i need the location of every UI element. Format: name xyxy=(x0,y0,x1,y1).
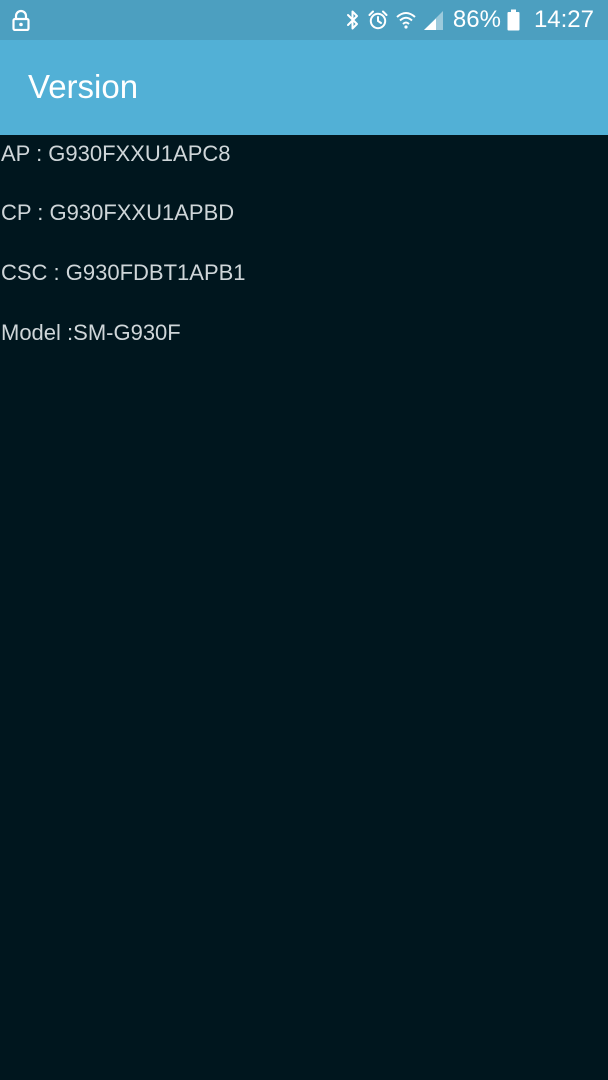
status-clock: 14:27 xyxy=(533,6,594,33)
csc-version: CSC : G930FDBT1APB1 xyxy=(1,260,246,285)
page-title: Version xyxy=(28,68,139,105)
lock-icon xyxy=(10,9,32,32)
status-icons: 86% 14:27 xyxy=(339,0,594,40)
app-bar: Version xyxy=(0,40,608,135)
alarm-icon xyxy=(367,9,389,31)
cp-version: CP : G930FXXU1APBD xyxy=(1,200,235,225)
status-bar: 86% 14:27 xyxy=(0,0,608,40)
battery-percentage: 86% xyxy=(452,6,501,33)
wifi-icon xyxy=(395,9,417,31)
model-number: Model :SM-G930F xyxy=(1,320,181,345)
battery-icon xyxy=(507,9,520,31)
bluetooth-icon xyxy=(345,9,361,31)
signal-icon xyxy=(423,9,445,31)
ap-version: AP : G930FXXU1APC8 xyxy=(1,141,231,166)
